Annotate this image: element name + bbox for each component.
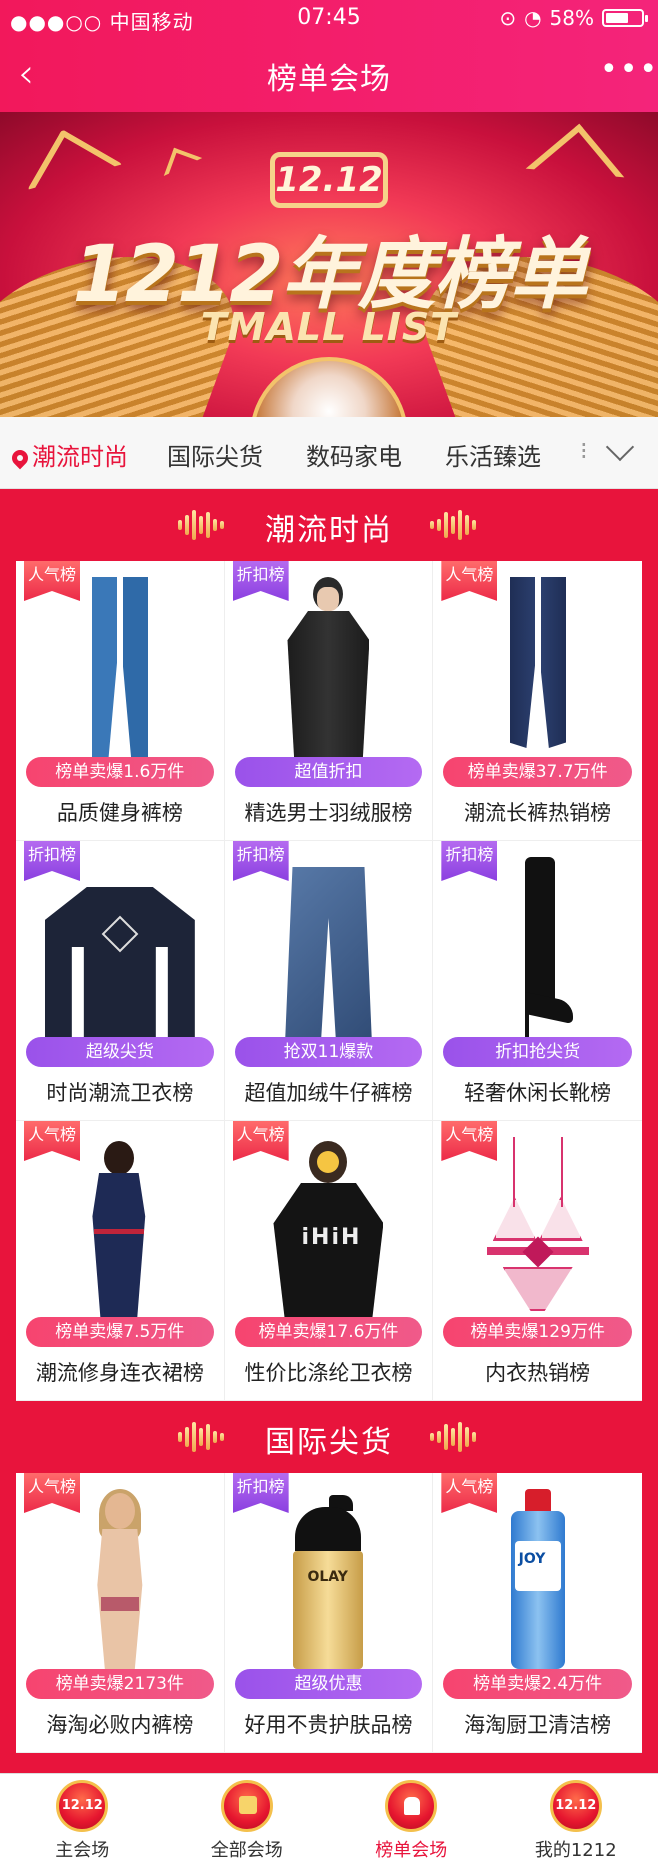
denim-jeans-image — [285, 867, 372, 1037]
sales-pill: 榜单卖爆37.7万件 — [443, 757, 632, 787]
location-pin-icon — [8, 446, 32, 470]
product-name: 好用不贵护肤品榜 — [244, 1713, 413, 1737]
product-card[interactable]: 折扣榜 折扣抢尖货 轻奢休闲长靴榜 — [433, 841, 642, 1121]
dress-image — [60, 1137, 180, 1317]
tabbar-item-mine[interactable]: 12.12 我的1212 — [494, 1774, 658, 1863]
product-grid-fashion: 人气榜 榜单卖爆1.6万件 品质健身裤榜 折扣榜 超值折扣 精选男士羽绒服榜 人… — [16, 561, 642, 1401]
tabbar-item-rankings[interactable]: 榜单会场 — [329, 1774, 494, 1863]
product-name: 潮流修身连衣裙榜 — [35, 1361, 204, 1385]
product-name: 内衣热销榜 — [485, 1361, 591, 1385]
product-name: 精选男士羽绒服榜 — [244, 801, 413, 825]
promo-pill: 抢双11爆款 — [234, 1037, 423, 1067]
product-name: 海淘必败内裤榜 — [46, 1713, 194, 1737]
1212-crown-badge: 12.12 — [270, 152, 388, 208]
product-card[interactable]: 折扣榜 OLAY 超级优惠 好用不贵护肤品榜 — [224, 1473, 434, 1753]
tabbar-label: 全部会场 — [210, 1840, 283, 1861]
status-right: ⊙ ◔ 58% — [499, 6, 648, 30]
1212-badge-icon: 12.12 — [56, 1780, 109, 1832]
podium-graphic — [250, 357, 408, 417]
underwear-model-image — [65, 1489, 175, 1669]
sales-pill: 榜单卖爆2173件 — [26, 1669, 214, 1699]
app-root: ●●●○○ 中国移动 07:45 ⊙ ◔ 58% ‹ 榜单会场 ••• 12.1… — [0, 0, 658, 1863]
lingerie-image — [473, 1137, 603, 1317]
product-name: 轻奢休闲长靴榜 — [464, 1081, 612, 1105]
long-boot-image — [503, 857, 573, 1037]
product-card[interactable]: 人气榜 榜单卖爆7.5万件 潮流修身连衣裙榜 — [16, 1121, 225, 1401]
face-cream-image: OLAY — [283, 1489, 373, 1669]
bottom-tab-bar: 12.12 主会场 全部会场 榜单会场 12.12 我的1212 — [0, 1773, 658, 1863]
detergent-bottle-image: JOY — [503, 1489, 573, 1669]
product-name: 品质健身裤榜 — [56, 801, 183, 825]
thumbs-up-icon — [385, 1780, 438, 1832]
chevron-down-icon[interactable] — [604, 435, 636, 467]
page-title: 榜单会场 — [267, 62, 391, 97]
promo-pill: 折扣抢尖货 — [443, 1037, 632, 1067]
product-name: 超值加绒牛仔裤榜 — [244, 1081, 413, 1105]
promo-pill: 超级尖货 — [26, 1037, 214, 1067]
gift-box-icon — [220, 1780, 273, 1832]
hoodie-image: iHiH — [263, 1137, 393, 1317]
product-card[interactable]: 人气榜 iHiH 榜单卖爆17.6万件 性价比涤纶卫衣榜 — [224, 1121, 434, 1401]
product-name: 性价比涤纶卫衣榜 — [244, 1361, 413, 1385]
product-card[interactable]: 人气榜 榜单卖爆2173件 海淘必败内裤榜 — [16, 1473, 225, 1753]
alarm-icon: ◔ — [524, 6, 542, 30]
sales-pill: 榜单卖爆1.6万件 — [26, 757, 214, 787]
decor-triangle-icon — [27, 129, 123, 225]
product-name: 时尚潮流卫衣榜 — [46, 1081, 194, 1105]
brand-label: OLAY — [307, 1569, 348, 1585]
section-header-fashion: 潮流时尚 — [0, 489, 658, 561]
1212-badge-icon: 12.12 — [549, 1780, 602, 1832]
category-tabs: 潮流时尚 国际尖货 数码家电 乐活臻选 ⁝ — [0, 417, 658, 489]
tabbar-item-all[interactable]: 全部会场 — [165, 1774, 330, 1863]
tab-international[interactable]: 国际尖货 — [167, 437, 263, 472]
more-icon[interactable]: ••• — [600, 55, 657, 90]
tabbar-item-main[interactable]: 12.12 主会场 — [0, 1774, 165, 1863]
product-card[interactable]: 人气榜 JOY 榜单卖爆2.4万件 海淘厨卫清洁榜 — [433, 1473, 642, 1753]
tab-label: 潮流时尚 — [32, 443, 128, 471]
product-card[interactable]: 折扣榜 超级尖货 时尚潮流卫衣榜 — [16, 841, 225, 1121]
sales-pill: 榜单卖爆2.4万件 — [443, 1669, 632, 1699]
decor-triangle-icon — [525, 123, 625, 223]
brand-label: JOY — [518, 1551, 546, 1567]
sales-pill: 榜单卖爆129万件 — [443, 1317, 632, 1347]
battery-icon — [602, 9, 648, 27]
section-header-international: 国际尖货 — [0, 1401, 658, 1473]
product-card[interactable]: 折扣榜 超值折扣 精选男士羽绒服榜 — [224, 561, 434, 841]
tabbar-label: 我的1212 — [534, 1840, 617, 1861]
trousers-image — [498, 577, 577, 748]
nav-bar: ‹ 榜单会场 ••• — [0, 38, 658, 112]
product-card[interactable]: 人气榜 榜单卖爆37.7万件 潮流长裤热销榜 — [433, 561, 642, 841]
tab-digital[interactable]: 数码家电 — [306, 437, 402, 472]
product-card[interactable]: 人气榜 榜单卖爆129万件 内衣热销榜 — [433, 1121, 642, 1401]
down-coat-image — [273, 577, 383, 757]
product-card[interactable]: 人气榜 榜单卖爆1.6万件 品质健身裤榜 — [16, 561, 225, 841]
section-title: 国际尖货 — [265, 1425, 393, 1460]
product-card[interactable]: 折扣榜 抢双11爆款 超值加绒牛仔裤榜 — [224, 841, 434, 1121]
sound-wave-icon — [430, 507, 480, 543]
section-title: 潮流时尚 — [265, 513, 393, 548]
sales-pill: 榜单卖爆17.6万件 — [234, 1317, 423, 1347]
status-bar: ●●●○○ 中国移动 07:45 ⊙ ◔ 58% — [0, 0, 658, 38]
sales-pill: 榜单卖爆7.5万件 — [26, 1317, 214, 1347]
decor-triangle-icon — [163, 147, 203, 187]
promo-pill: 超级优惠 — [234, 1669, 423, 1699]
tab-fashion[interactable]: 潮流时尚 — [8, 437, 128, 472]
battery-percent: 58% — [549, 6, 594, 30]
lock-rotation-icon: ⊙ — [499, 6, 517, 30]
banner-subline: TMALL LIST — [200, 305, 458, 349]
tabbar-label: 榜单会场 — [375, 1840, 448, 1861]
sound-wave-icon — [430, 1419, 480, 1455]
sweatshirt-image — [44, 887, 195, 1037]
leggings-image — [86, 577, 154, 757]
hero-banner[interactable]: 12.12 1212年度榜单 TMALL LIST — [0, 112, 658, 417]
product-name: 海淘厨卫清洁榜 — [464, 1713, 612, 1737]
promo-pill: 超值折扣 — [234, 757, 423, 787]
top-bar: ●●●○○ 中国移动 07:45 ⊙ ◔ 58% ‹ 榜单会场 ••• — [0, 0, 658, 112]
tab-lifestyle[interactable]: 乐活臻选 — [445, 437, 541, 472]
product-name: 潮流长裤热销榜 — [464, 801, 612, 825]
tabbar-label: 主会场 — [55, 1840, 110, 1861]
product-grid-international: 人气榜 榜单卖爆2173件 海淘必败内裤榜 折扣榜 OLAY 超级优惠 好用不贵… — [16, 1473, 642, 1753]
tab-overflow-label[interactable]: ⁝ — [580, 437, 588, 465]
